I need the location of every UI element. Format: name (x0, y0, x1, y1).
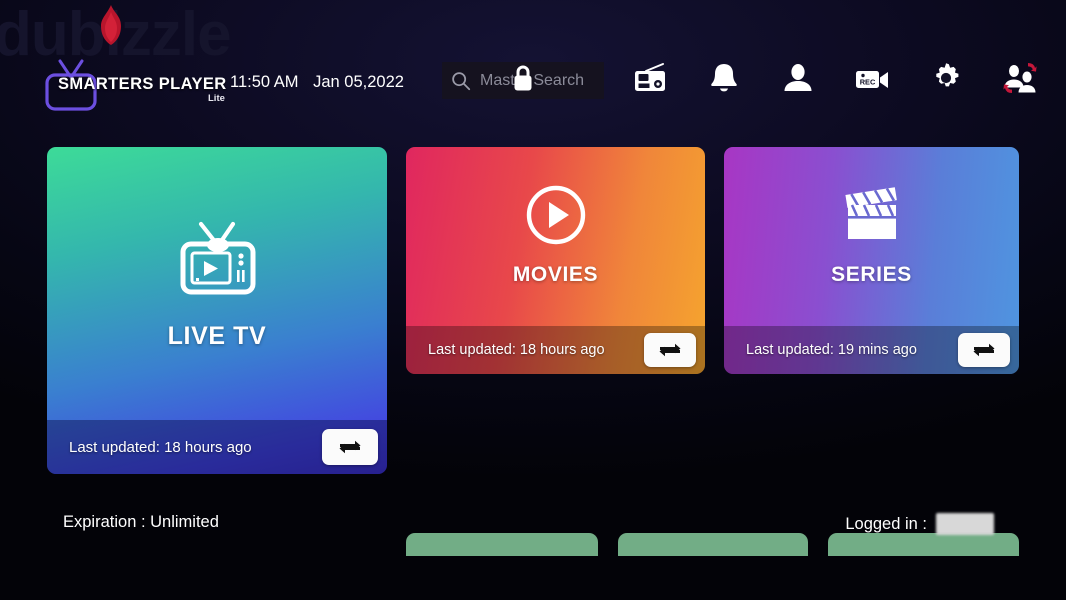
tile-series-label: SERIES (831, 262, 912, 286)
main-content: LIVE TV Last updated: 18 hours ago MOVIE… (0, 140, 1066, 600)
clock-date: Jan 05,2022 (313, 73, 404, 91)
tile-movies-footer: Last updated: 18 hours ago (406, 326, 705, 374)
lock-icon (514, 65, 532, 91)
play-circle-icon (526, 185, 585, 244)
refresh-movies-button[interactable] (644, 333, 696, 367)
brand-name: SMARTERS PLAYER (58, 75, 227, 93)
refresh-icon (339, 440, 361, 454)
app-logo: SMARTERS PLAYER Lite (40, 55, 230, 115)
app-header: SMARTERS PLAYER Lite 11:50 AM Jan 05,202… (0, 0, 1066, 120)
clock-time: 11:50 AM (230, 73, 299, 91)
tile-movies-label: MOVIES (512, 262, 599, 286)
tile-series-updated: Last updated: 19 mins ago (746, 342, 917, 358)
expiration-status: Expiration : Unlimited (63, 513, 219, 531)
tile-movies-updated: Last updated: 18 hours ago (428, 342, 605, 358)
logged-in-username-redacted (936, 513, 994, 535)
tile-live-tv[interactable]: LIVE TV Last updated: 18 hours ago (47, 147, 387, 474)
svg-text:REC: REC (860, 78, 876, 87)
tv-icon (180, 221, 256, 295)
app-footer: Expiration : Unlimited Logged in : (0, 500, 1066, 555)
clapperboard-icon (844, 186, 897, 239)
account-icon[interactable] (780, 60, 816, 96)
app-root: dubizzle SMARTERS PLAYER Lite 11:50 AM J… (0, 0, 1066, 600)
refresh-series-button[interactable] (958, 333, 1010, 367)
gear-icon[interactable] (928, 60, 964, 96)
tile-movies-body: MOVIES (406, 147, 705, 326)
header-icon-bar: REC (632, 60, 1038, 96)
tile-movies[interactable]: MOVIES Last updated: 18 hours ago (406, 147, 705, 374)
tile-live-tv-updated: Last updated: 18 hours ago (69, 438, 252, 456)
tile-live-tv-label: LIVE TV (167, 322, 267, 350)
refresh-icon (659, 343, 681, 357)
clock: 11:50 AM Jan 05,2022 (230, 73, 404, 92)
brand-subtitle: Lite (208, 93, 225, 104)
logged-in-label: Logged in : (845, 514, 927, 533)
tile-series-footer: Last updated: 19 mins ago (724, 326, 1019, 374)
bottom-black-bar (0, 556, 1066, 600)
logged-in-status: Logged in : (845, 513, 994, 535)
tile-series-body: SERIES (724, 147, 1019, 326)
tile-series[interactable]: SERIES Last updated: 19 mins ago (724, 147, 1019, 374)
refresh-icon (973, 343, 995, 357)
tile-live-tv-footer: Last updated: 18 hours ago (47, 420, 387, 474)
switch-user-icon[interactable] (1002, 60, 1038, 96)
rec-camera-icon[interactable]: REC (854, 60, 890, 96)
radio-icon[interactable] (632, 60, 668, 96)
bell-icon[interactable] (706, 60, 742, 96)
tile-live-tv-body: LIVE TV (47, 147, 387, 420)
search-icon (452, 71, 471, 90)
refresh-live-tv-button[interactable] (322, 429, 378, 465)
